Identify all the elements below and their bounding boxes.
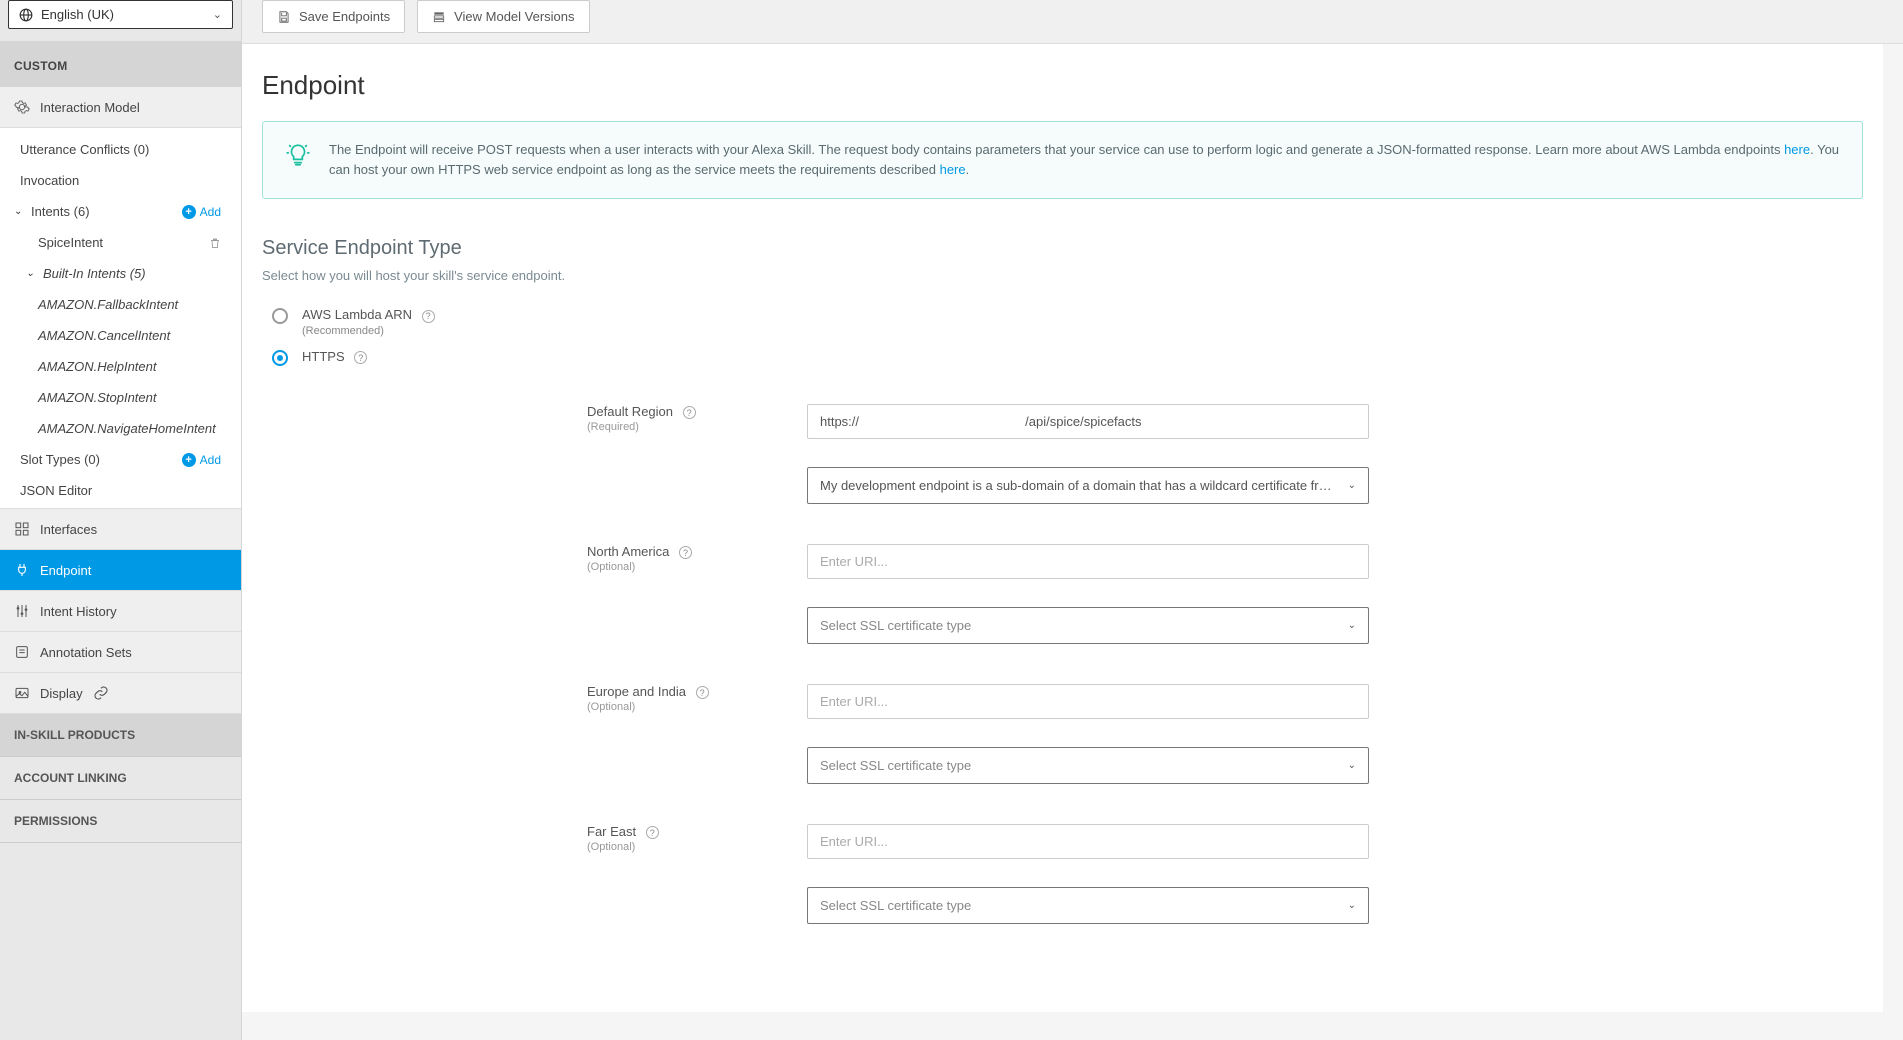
info-link-lambda[interactable]: here xyxy=(1784,142,1810,157)
radio-lambda-row[interactable]: AWS Lambda ARN ? (Recommended) xyxy=(262,301,1883,343)
nav-builtin-cancel[interactable]: AMAZON.CancelIntent xyxy=(0,320,241,351)
save-endpoints-button[interactable]: Save Endpoints xyxy=(262,0,405,33)
add-intent-button[interactable]: + Add xyxy=(182,205,221,219)
na-uri-input[interactable] xyxy=(807,544,1369,579)
language-selector[interactable]: English (UK) ⌄ xyxy=(8,0,233,29)
sidebar: English (UK) ⌄ CUSTOM Interaction Model … xyxy=(0,0,242,1040)
plus-icon: + xyxy=(182,205,196,219)
nav-builtin-navhome[interactable]: AMAZON.NavigateHomeIntent xyxy=(0,413,241,444)
radio-https[interactable] xyxy=(272,350,288,366)
nav-builtin-help[interactable]: AMAZON.HelpIntent xyxy=(0,351,241,382)
nav-json-editor[interactable]: JSON Editor xyxy=(0,475,241,506)
chevron-down-icon: ⌄ xyxy=(1348,760,1356,771)
nav-annotation-sets[interactable]: Annotation Sets xyxy=(0,632,241,673)
region-fe-label: Far East ? (Optional) xyxy=(262,824,777,854)
gear-icon xyxy=(14,99,30,115)
region-na-label: North America ? (Optional) xyxy=(262,544,777,574)
save-icon xyxy=(277,10,291,24)
chevron-down-icon: ⌄ xyxy=(14,206,23,217)
nav-utterance-conflicts[interactable]: Utterance Conflicts (0) xyxy=(0,134,241,165)
na-ssl-select[interactable]: Select SSL certificate type ⌄ xyxy=(807,607,1369,644)
grid-icon xyxy=(14,521,30,537)
fe-uri-input[interactable] xyxy=(807,824,1369,859)
section-in-skill-products[interactable]: IN-SKILL PRODUCTS xyxy=(0,714,241,757)
region-default: Default Region ? (Required) My developme… xyxy=(262,392,1883,532)
view-model-versions-button[interactable]: View Model Versions xyxy=(417,0,589,33)
section-account-linking[interactable]: ACCOUNT LINKING xyxy=(0,757,241,800)
help-icon[interactable]: ? xyxy=(683,406,696,419)
plus-icon: + xyxy=(182,453,196,467)
nav-builtin-intents[interactable]: ⌄ Built-In Intents (5) xyxy=(0,258,241,289)
globe-icon xyxy=(19,8,33,22)
region-eu-label: Europe and India ? (Optional) xyxy=(262,684,777,714)
default-region-uri-input[interactable] xyxy=(807,404,1369,439)
section-subtitle: Select how you will host your skill's se… xyxy=(262,268,1883,283)
note-icon xyxy=(14,644,30,660)
radio-lambda[interactable] xyxy=(272,308,288,324)
section-permissions[interactable]: PERMISSIONS xyxy=(0,800,241,843)
eu-ssl-select[interactable]: Select SSL certificate type ⌄ xyxy=(807,747,1369,784)
language-label: English (UK) xyxy=(41,7,114,22)
nav-intent-history[interactable]: Intent History xyxy=(0,591,241,632)
help-icon[interactable]: ? xyxy=(422,310,435,323)
chevron-down-icon: ⌄ xyxy=(213,8,222,21)
nav-intents[interactable]: ⌄ Intents (6) + Add xyxy=(0,196,241,227)
nav-endpoint[interactable]: Endpoint xyxy=(0,550,241,591)
nav-display[interactable]: Display xyxy=(0,673,241,714)
chevron-down-icon: ⌄ xyxy=(1348,900,1356,911)
custom-header: CUSTOM xyxy=(0,41,241,87)
fe-ssl-select[interactable]: Select SSL certificate type ⌄ xyxy=(807,887,1369,924)
add-slot-type-button[interactable]: + Add xyxy=(182,453,221,467)
info-banner: The Endpoint will receive POST requests … xyxy=(262,121,1863,199)
help-icon[interactable]: ? xyxy=(696,686,709,699)
chevron-down-icon: ⌄ xyxy=(1348,480,1356,491)
lightbulb-icon xyxy=(285,142,311,168)
image-icon xyxy=(14,685,30,701)
trash-icon[interactable] xyxy=(209,237,221,249)
plug-icon xyxy=(14,562,30,578)
help-icon[interactable]: ? xyxy=(646,826,659,839)
page-body: Endpoint The Endpoint will receive POST … xyxy=(242,44,1883,1012)
page-title: Endpoint xyxy=(262,70,1883,121)
toolbar: Save Endpoints View Model Versions xyxy=(242,0,1903,44)
default-region-ssl-select[interactable]: My development endpoint is a sub-domain … xyxy=(807,467,1369,504)
nav-interaction-model[interactable]: Interaction Model xyxy=(0,87,241,128)
info-link-https[interactable]: here xyxy=(940,162,966,177)
nav-builtin-stop[interactable]: AMAZON.StopIntent xyxy=(0,382,241,413)
eu-uri-input[interactable] xyxy=(807,684,1369,719)
section-title: Service Endpoint Type xyxy=(262,237,1883,260)
help-icon[interactable]: ? xyxy=(679,546,692,559)
sliders-icon xyxy=(14,603,30,619)
versions-icon xyxy=(432,10,446,24)
region-north-america: North America ? (Optional) Select SSL ce… xyxy=(262,532,1883,672)
nav-invocation[interactable]: Invocation xyxy=(0,165,241,196)
region-europe-india: Europe and India ? (Optional) Select SSL… xyxy=(262,672,1883,812)
region-default-label: Default Region ? (Required) xyxy=(262,404,777,434)
nav-builtin-fallback[interactable]: AMAZON.FallbackIntent xyxy=(0,289,241,320)
interaction-model-subnav: Utterance Conflicts (0) Invocation ⌄ Int… xyxy=(0,128,241,509)
nav-slot-types[interactable]: Slot Types (0) + Add xyxy=(0,444,241,475)
chevron-down-icon: ⌄ xyxy=(26,268,35,279)
nav-interfaces[interactable]: Interfaces xyxy=(0,509,241,550)
radio-https-row[interactable]: HTTPS ? xyxy=(262,343,1883,372)
help-icon[interactable]: ? xyxy=(354,351,367,364)
regions: Default Region ? (Required) My developme… xyxy=(262,392,1883,952)
chevron-down-icon: ⌄ xyxy=(1348,620,1356,631)
info-text: The Endpoint will receive POST requests … xyxy=(329,140,1840,180)
region-far-east: Far East ? (Optional) Select SSL certifi… xyxy=(262,812,1883,952)
main-content: Save Endpoints View Model Versions Endpo… xyxy=(242,0,1903,1040)
nav-intent-spice[interactable]: SpiceIntent xyxy=(0,227,241,258)
link-icon xyxy=(93,685,109,701)
